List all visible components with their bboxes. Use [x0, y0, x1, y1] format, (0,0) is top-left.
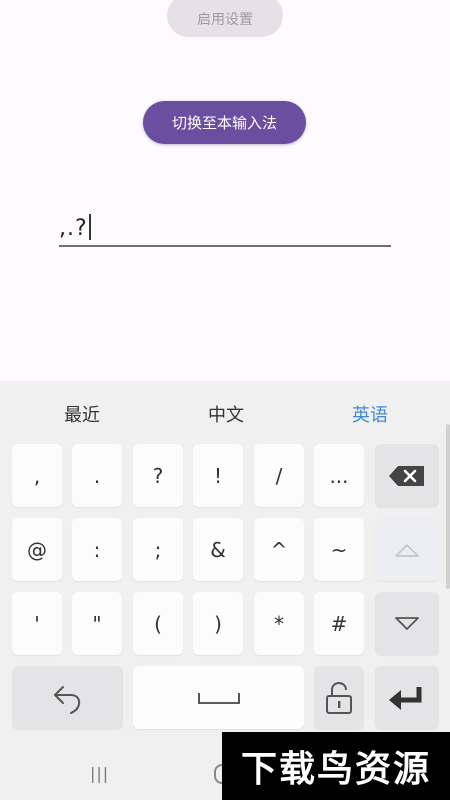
undo-icon [53, 685, 80, 714]
recents-icon[interactable]: ||| [90, 764, 109, 783]
lock-icon [326, 681, 352, 714]
down-arrow-icon [395, 616, 419, 630]
keyboard-tabs: 最近 中文 英语 [0, 381, 450, 443]
watermark: 下载鸟资源 [222, 732, 450, 800]
key-semicolon[interactable]: ; [133, 518, 183, 581]
undo-key[interactable] [12, 666, 123, 729]
switch-ime-button[interactable]: 切换至本输入法 [143, 101, 306, 144]
space-icon [197, 692, 240, 704]
tab-chinese[interactable]: 中文 [208, 401, 244, 427]
page-down-key[interactable] [375, 592, 439, 655]
tab-recent[interactable]: 最近 [64, 401, 100, 427]
key-left-paren[interactable]: ( [133, 592, 183, 655]
up-arrow-icon [395, 543, 419, 557]
enable-settings-button[interactable]: 启用设置 [167, 0, 283, 37]
tab-english[interactable]: 英语 [352, 401, 388, 427]
key-apostrophe[interactable]: ' [12, 592, 62, 655]
backspace-icon [389, 465, 424, 486]
space-key[interactable] [133, 666, 304, 729]
watermark-text: 下载鸟资源 [240, 749, 431, 790]
key-quote[interactable]: " [72, 592, 122, 655]
key-hash[interactable]: # [314, 592, 364, 655]
key-ellipsis[interactable]: ... [314, 444, 364, 507]
key-ampersand[interactable]: & [193, 518, 243, 581]
scroll-edge [446, 424, 450, 589]
key-comma[interactable]: , [12, 444, 62, 507]
enter-key[interactable] [375, 666, 439, 729]
key-colon[interactable]: : [72, 518, 122, 581]
key-right-paren[interactable]: ) [193, 592, 243, 655]
key-question[interactable]: ? [133, 444, 183, 507]
key-at[interactable]: @ [12, 518, 62, 581]
key-exclamation[interactable]: ! [193, 444, 243, 507]
delete-key[interactable] [375, 444, 439, 507]
key-caret[interactable]: ^ [254, 518, 304, 581]
lock-key[interactable] [314, 666, 364, 729]
key-slash[interactable]: / [254, 444, 304, 507]
page-up-key[interactable] [375, 518, 439, 581]
key-tilde[interactable]: ~ [314, 518, 364, 581]
enter-icon [389, 686, 422, 710]
input-value: ,.? [59, 214, 91, 241]
text-caret [88, 214, 91, 240]
key-period[interactable]: . [72, 444, 122, 507]
key-asterisk[interactable]: * [254, 592, 304, 655]
text-input[interactable]: ,.? [59, 210, 391, 247]
